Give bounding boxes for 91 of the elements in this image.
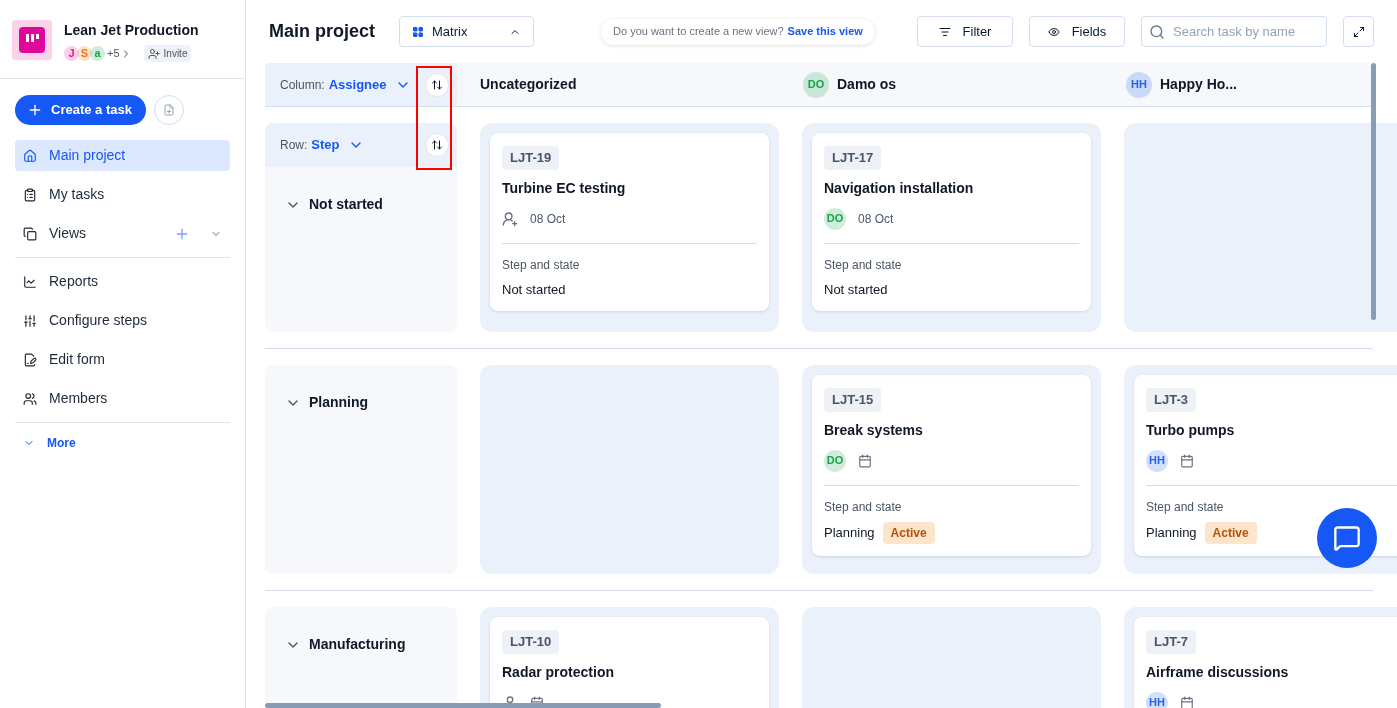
- task-title: Turbine EC testing: [502, 178, 627, 198]
- column-header: Uncategorized: [480, 75, 577, 94]
- page-title: Main project: [269, 20, 375, 43]
- task-id: LJT-7: [1146, 630, 1196, 654]
- column-header: Happy Ho...: [1160, 75, 1237, 94]
- filter-button[interactable]: Filter: [917, 16, 1013, 47]
- add-person-icon[interactable]: [502, 210, 518, 227]
- more-link[interactable]: More: [15, 431, 230, 455]
- step-label: Step and state: [1146, 498, 1225, 516]
- grid-icon: [412, 25, 424, 38]
- calendar-icon[interactable]: [1180, 695, 1194, 708]
- workspace-logo[interactable]: [12, 20, 52, 60]
- file-plus-icon: [163, 104, 175, 116]
- more-members[interactable]: +5: [107, 45, 120, 62]
- state-badge: Active: [882, 521, 935, 544]
- add-user-icon: [147, 47, 160, 60]
- nav-item[interactable]: My tasks: [15, 179, 230, 210]
- task-id: LJT-10: [502, 630, 560, 654]
- chart-icon: [23, 274, 37, 289]
- step-label: Step and state: [502, 256, 581, 274]
- calendar-icon[interactable]: [1180, 453, 1194, 468]
- task-date: 08 Oct: [530, 210, 566, 228]
- expand-icon: [1352, 25, 1365, 38]
- task-title: Radar protection: [502, 662, 615, 682]
- home-icon: [23, 148, 37, 163]
- column-header: Damo os: [837, 75, 897, 94]
- avatar: HH: [1146, 449, 1168, 472]
- create-task-button[interactable]: Create a task: [15, 95, 146, 125]
- nav-item[interactable]: Reports: [15, 266, 230, 297]
- horizontal-scrollbar[interactable]: [265, 703, 661, 708]
- search-icon: [1149, 24, 1165, 40]
- column-label: Column:: [280, 76, 325, 94]
- task-title: Turbo pumps: [1146, 420, 1236, 440]
- avatar: HH: [1146, 691, 1168, 708]
- filter-icon: [938, 25, 951, 38]
- row-group-toggle[interactable]: Planning: [265, 392, 457, 413]
- task-id: LJT-19: [502, 146, 560, 170]
- avatar: DO: [824, 449, 846, 472]
- vertical-scrollbar[interactable]: [1371, 63, 1376, 320]
- save-view-link[interactable]: Save this view: [787, 23, 863, 40]
- task-card[interactable]: LJT-17 Navigation installation DO 08 Oct Step and state Not started: [812, 133, 1091, 311]
- invite-button[interactable]: Invite: [143, 45, 192, 62]
- avatar: DO: [803, 71, 829, 98]
- prompt-text: Do you want to create a new view?: [613, 24, 784, 40]
- task-card[interactable]: LJT-7 Airframe discussions HH: [1134, 617, 1397, 708]
- workspace-name: Lean Jet Production: [64, 21, 199, 40]
- task-card[interactable]: LJT-3 Turbo pumps HH Step and state Planning Active: [1134, 375, 1397, 556]
- search-field[interactable]: Search task by name: [1141, 16, 1327, 47]
- step-value: Planning: [824, 523, 875, 542]
- plus-icon: [27, 102, 43, 118]
- form-icon: [23, 352, 37, 367]
- fields-button[interactable]: Fields: [1029, 16, 1125, 47]
- state-badge: Active: [1204, 521, 1257, 544]
- nav-item[interactable]: Main project: [15, 140, 230, 171]
- step-value: Planning: [1146, 523, 1197, 542]
- step-value: Not started: [824, 280, 888, 299]
- task-title: Navigation installation: [824, 178, 975, 198]
- users-icon: [23, 391, 37, 406]
- chat-icon: [1333, 524, 1361, 552]
- sort-icon: [431, 78, 443, 91]
- task-id: LJT-3: [1146, 388, 1196, 412]
- fullscreen-button[interactable]: [1343, 16, 1374, 47]
- task-date: 08 Oct: [858, 210, 894, 228]
- sliders-icon: [23, 313, 37, 328]
- step-label: Step and state: [824, 256, 903, 274]
- swap-button[interactable]: [425, 133, 449, 157]
- sort-icon: [431, 139, 443, 151]
- avatar: HH: [1126, 71, 1152, 98]
- task-id: LJT-17: [824, 146, 882, 170]
- step-label: Step and state: [824, 498, 903, 516]
- step-value: Not started: [502, 280, 566, 299]
- calendar-icon[interactable]: [858, 453, 872, 468]
- task-card[interactable]: LJT-19 Turbine EC testing 08 Oct Step and state Not started: [490, 133, 769, 311]
- task-id: LJT-15: [824, 388, 882, 412]
- row-select[interactable]: Step: [311, 135, 364, 155]
- nav-item[interactable]: Edit form: [15, 344, 230, 375]
- row-group-toggle[interactable]: Not started: [265, 194, 457, 215]
- clipboard-icon: [23, 187, 37, 202]
- nav-item[interactable]: Members: [15, 383, 230, 414]
- nav-item[interactable]: Configure steps: [15, 305, 230, 336]
- row-label: Row:: [280, 137, 308, 154]
- view-select[interactable]: Matrix: [399, 16, 534, 47]
- eye-icon: [1047, 25, 1060, 38]
- task-title: Break systems: [824, 420, 924, 440]
- column-select[interactable]: Assignee: [328, 74, 411, 95]
- task-card[interactable]: LJT-15 Break systems DO Step and state Planning Active: [812, 375, 1091, 556]
- task-title: Airframe discussions: [1146, 662, 1290, 682]
- avatar: DO: [824, 207, 846, 230]
- copy-icon: [23, 226, 37, 241]
- swap-button[interactable]: [425, 72, 449, 97]
- task-card[interactable]: LJT-10 Radar protection: [490, 617, 769, 708]
